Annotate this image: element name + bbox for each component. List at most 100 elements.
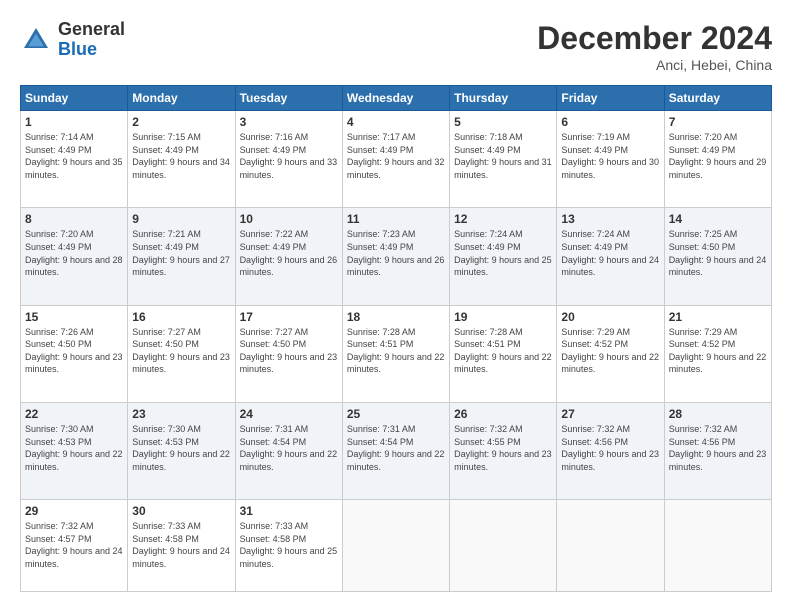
day-number: 13 bbox=[561, 212, 659, 226]
day-number: 14 bbox=[669, 212, 767, 226]
day-number: 3 bbox=[240, 115, 338, 129]
table-row: 24Sunrise: 7:31 AMSunset: 4:54 PMDayligh… bbox=[235, 402, 342, 499]
day-number: 27 bbox=[561, 407, 659, 421]
table-row: 29 Sunrise: 7:32 AMSunset: 4:57 PMDayligh… bbox=[21, 500, 128, 592]
day-info: Sunrise: 7:25 AMSunset: 4:50 PMDaylight:… bbox=[669, 228, 767, 278]
table-row: 8 Sunrise: 7:20 AMSunset: 4:49 PMDaylight… bbox=[21, 208, 128, 305]
day-info: Sunrise: 7:14 AMSunset: 4:49 PMDaylight:… bbox=[25, 131, 123, 181]
table-row: 3 Sunrise: 7:16 AMSunset: 4:49 PMDaylight… bbox=[235, 111, 342, 208]
logo-general: General bbox=[58, 20, 125, 40]
logo-icon bbox=[20, 24, 52, 56]
table-row: 9Sunrise: 7:21 AMSunset: 4:49 PMDaylight… bbox=[128, 208, 235, 305]
day-info: Sunrise: 7:28 AMSunset: 4:51 PMDaylight:… bbox=[347, 326, 445, 376]
table-row: 5 Sunrise: 7:18 AMSunset: 4:49 PMDaylight… bbox=[450, 111, 557, 208]
day-number: 28 bbox=[669, 407, 767, 421]
day-number: 17 bbox=[240, 310, 338, 324]
day-number: 26 bbox=[454, 407, 552, 421]
header-tuesday: Tuesday bbox=[235, 86, 342, 111]
logo-text: General Blue bbox=[58, 20, 125, 60]
table-row: 27 Sunrise: 7:32 AMSunset: 4:56 PMDayligh… bbox=[557, 402, 664, 499]
day-info: Sunrise: 7:24 AMSunset: 4:49 PMDaylight:… bbox=[454, 228, 552, 278]
day-number: 30 bbox=[132, 504, 230, 518]
day-info: Sunrise: 7:32 AMSunset: 4:57 PMDaylight:… bbox=[25, 520, 123, 570]
day-number: 23 bbox=[132, 407, 230, 421]
header-saturday: Saturday bbox=[664, 86, 771, 111]
day-number: 16 bbox=[132, 310, 230, 324]
day-info: Sunrise: 7:30 AMSunset: 4:53 PMDaylight:… bbox=[132, 423, 230, 473]
day-info: Sunrise: 7:30 AMSunset: 4:53 PMDaylight:… bbox=[25, 423, 123, 473]
table-row: 11 Sunrise: 7:23 AMSunset: 4:49 PMDayligh… bbox=[342, 208, 449, 305]
day-info: Sunrise: 7:33 AMSunset: 4:58 PMDaylight:… bbox=[132, 520, 230, 570]
day-number: 4 bbox=[347, 115, 445, 129]
day-info: Sunrise: 7:16 AMSunset: 4:49 PMDaylight:… bbox=[240, 131, 338, 181]
day-number: 29 bbox=[25, 504, 123, 518]
day-info: Sunrise: 7:22 AMSunset: 4:49 PMDaylight:… bbox=[240, 228, 338, 278]
day-info: Sunrise: 7:31 AMSunset: 4:54 PMDaylight:… bbox=[347, 423, 445, 473]
day-info: Sunrise: 7:27 AMSunset: 4:50 PMDaylight:… bbox=[132, 326, 230, 376]
day-number: 1 bbox=[25, 115, 123, 129]
day-info: Sunrise: 7:21 AMSunset: 4:49 PMDaylight:… bbox=[132, 228, 230, 278]
day-info: Sunrise: 7:32 AMSunset: 4:55 PMDaylight:… bbox=[454, 423, 552, 473]
table-row: 17Sunrise: 7:27 AMSunset: 4:50 PMDayligh… bbox=[235, 305, 342, 402]
title-block: December 2024 Anci, Hebei, China bbox=[537, 20, 772, 73]
day-info: Sunrise: 7:15 AMSunset: 4:49 PMDaylight:… bbox=[132, 131, 230, 181]
day-number: 10 bbox=[240, 212, 338, 226]
table-row: 20Sunrise: 7:29 AMSunset: 4:52 PMDayligh… bbox=[557, 305, 664, 402]
day-info: Sunrise: 7:32 AMSunset: 4:56 PMDaylight:… bbox=[669, 423, 767, 473]
table-row: 12 Sunrise: 7:24 AMSunset: 4:49 PMDayligh… bbox=[450, 208, 557, 305]
table-row: 6 Sunrise: 7:19 AMSunset: 4:49 PMDaylight… bbox=[557, 111, 664, 208]
calendar-header-row: Sunday Monday Tuesday Wednesday Thursday… bbox=[21, 86, 772, 111]
table-row: 30 Sunrise: 7:33 AMSunset: 4:58 PMDayligh… bbox=[128, 500, 235, 592]
table-row: 7Sunrise: 7:20 AMSunset: 4:49 PMDaylight… bbox=[664, 111, 771, 208]
day-number: 6 bbox=[561, 115, 659, 129]
table-row bbox=[342, 500, 449, 592]
main-title: December 2024 bbox=[537, 20, 772, 57]
day-info: Sunrise: 7:17 AMSunset: 4:49 PMDaylight:… bbox=[347, 131, 445, 181]
day-info: Sunrise: 7:29 AMSunset: 4:52 PMDaylight:… bbox=[669, 326, 767, 376]
table-row: 15Sunrise: 7:26 AMSunset: 4:50 PMDayligh… bbox=[21, 305, 128, 402]
header-monday: Monday bbox=[128, 86, 235, 111]
day-info: Sunrise: 7:20 AMSunset: 4:49 PMDaylight:… bbox=[669, 131, 767, 181]
day-info: Sunrise: 7:33 AMSunset: 4:58 PMDaylight:… bbox=[240, 520, 338, 570]
day-info: Sunrise: 7:31 AMSunset: 4:54 PMDaylight:… bbox=[240, 423, 338, 473]
table-row: 2 Sunrise: 7:15 AMSunset: 4:49 PMDaylight… bbox=[128, 111, 235, 208]
day-info: Sunrise: 7:29 AMSunset: 4:52 PMDaylight:… bbox=[561, 326, 659, 376]
day-info: Sunrise: 7:18 AMSunset: 4:49 PMDaylight:… bbox=[454, 131, 552, 181]
day-info: Sunrise: 7:28 AMSunset: 4:51 PMDaylight:… bbox=[454, 326, 552, 376]
page: General Blue December 2024 Anci, Hebei, … bbox=[0, 0, 792, 612]
table-row: 18 Sunrise: 7:28 AMSunset: 4:51 PMDayligh… bbox=[342, 305, 449, 402]
day-number: 11 bbox=[347, 212, 445, 226]
header-sunday: Sunday bbox=[21, 86, 128, 111]
table-row: 31Sunrise: 7:33 AMSunset: 4:58 PMDayligh… bbox=[235, 500, 342, 592]
table-row: 25 Sunrise: 7:31 AMSunset: 4:54 PMDayligh… bbox=[342, 402, 449, 499]
day-number: 2 bbox=[132, 115, 230, 129]
day-info: Sunrise: 7:26 AMSunset: 4:50 PMDaylight:… bbox=[25, 326, 123, 376]
day-info: Sunrise: 7:20 AMSunset: 4:49 PMDaylight:… bbox=[25, 228, 123, 278]
table-row bbox=[557, 500, 664, 592]
day-info: Sunrise: 7:32 AMSunset: 4:56 PMDaylight:… bbox=[561, 423, 659, 473]
day-number: 19 bbox=[454, 310, 552, 324]
table-row: 22Sunrise: 7:30 AMSunset: 4:53 PMDayligh… bbox=[21, 402, 128, 499]
table-row: 19 Sunrise: 7:28 AMSunset: 4:51 PMDayligh… bbox=[450, 305, 557, 402]
table-row: 4 Sunrise: 7:17 AMSunset: 4:49 PMDaylight… bbox=[342, 111, 449, 208]
table-row: 16 Sunrise: 7:27 AMSunset: 4:50 PMDayligh… bbox=[128, 305, 235, 402]
table-row bbox=[450, 500, 557, 592]
day-number: 25 bbox=[347, 407, 445, 421]
day-info: Sunrise: 7:19 AMSunset: 4:49 PMDaylight:… bbox=[561, 131, 659, 181]
table-row: 21 Sunrise: 7:29 AMSunset: 4:52 PMDayligh… bbox=[664, 305, 771, 402]
header-wednesday: Wednesday bbox=[342, 86, 449, 111]
day-number: 21 bbox=[669, 310, 767, 324]
calendar-table: Sunday Monday Tuesday Wednesday Thursday… bbox=[20, 85, 772, 592]
day-number: 12 bbox=[454, 212, 552, 226]
table-row: 28 Sunrise: 7:32 AMSunset: 4:56 PMDayligh… bbox=[664, 402, 771, 499]
logo: General Blue bbox=[20, 20, 125, 60]
table-row bbox=[664, 500, 771, 592]
header-thursday: Thursday bbox=[450, 86, 557, 111]
table-row: 26 Sunrise: 7:32 AMSunset: 4:55 PMDayligh… bbox=[450, 402, 557, 499]
day-number: 18 bbox=[347, 310, 445, 324]
day-number: 8 bbox=[25, 212, 123, 226]
day-info: Sunrise: 7:23 AMSunset: 4:49 PMDaylight:… bbox=[347, 228, 445, 278]
day-number: 5 bbox=[454, 115, 552, 129]
table-row: 14 Sunrise: 7:25 AMSunset: 4:50 PMDayligh… bbox=[664, 208, 771, 305]
table-row: 23 Sunrise: 7:30 AMSunset: 4:53 PMDayligh… bbox=[128, 402, 235, 499]
